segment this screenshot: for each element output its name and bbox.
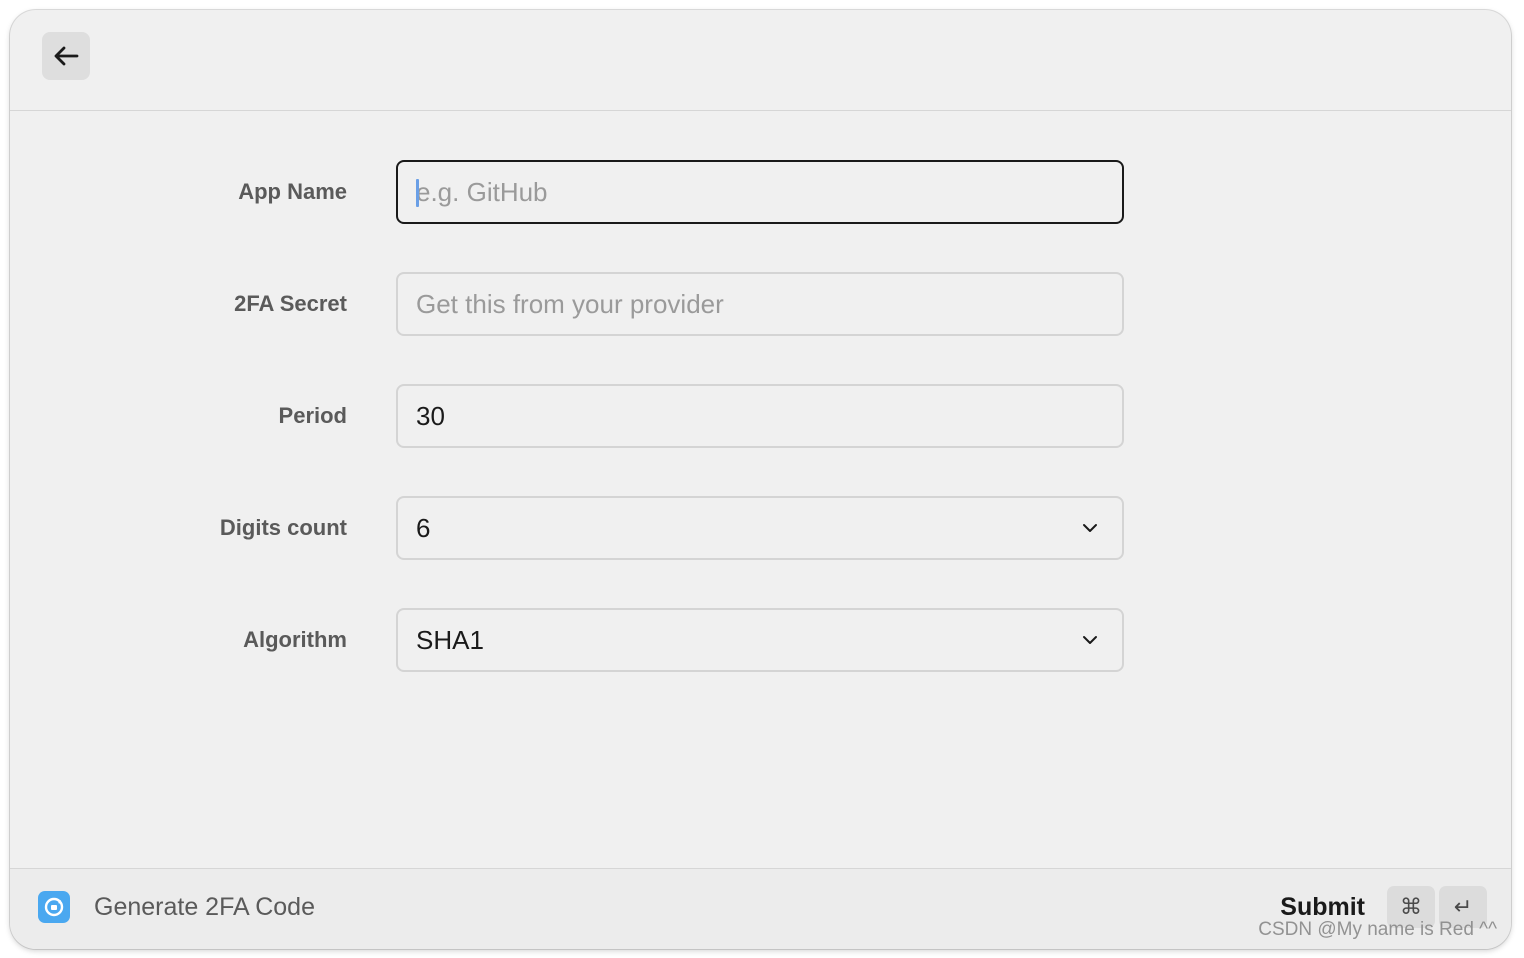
form-row-digits: Digits count 6 bbox=[10, 496, 1511, 560]
app-name-input[interactable] bbox=[416, 176, 1104, 208]
arrow-left-icon bbox=[53, 46, 79, 66]
digits-selected-value: 6 bbox=[416, 512, 431, 543]
period-label: Period bbox=[278, 403, 347, 428]
command-title: Generate 2FA Code bbox=[94, 893, 315, 921]
secret-label: 2FA Secret bbox=[234, 291, 347, 316]
watermark-text: CSDN @My name is Red ^^ bbox=[1258, 919, 1497, 940]
secret-field-box bbox=[396, 272, 1124, 336]
app-name-label: App Name bbox=[238, 179, 347, 204]
period-input[interactable] bbox=[416, 400, 1104, 432]
digits-label: Digits count bbox=[219, 515, 347, 540]
algorithm-selected-value: SHA1 bbox=[416, 624, 484, 655]
secret-input[interactable] bbox=[416, 288, 1104, 320]
form-row-period: Period bbox=[10, 384, 1511, 448]
text-caret bbox=[416, 179, 419, 207]
two-factor-app-icon bbox=[38, 891, 70, 923]
digits-select[interactable]: 6 bbox=[396, 496, 1124, 560]
form-row-algorithm: Algorithm SHA1 bbox=[10, 608, 1511, 672]
chevron-down-icon bbox=[1080, 518, 1100, 538]
extension-window: App Name 2FA Secret Period Digits count … bbox=[10, 10, 1511, 949]
back-button[interactable] bbox=[42, 32, 90, 80]
header-bar bbox=[10, 10, 1511, 111]
form-row-app-name: App Name bbox=[10, 160, 1511, 224]
form-row-secret: 2FA Secret bbox=[10, 272, 1511, 336]
algorithm-select[interactable]: SHA1 bbox=[396, 608, 1124, 672]
chevron-down-icon bbox=[1080, 630, 1100, 650]
algorithm-label: Algorithm bbox=[243, 627, 347, 652]
period-field-box bbox=[396, 384, 1124, 448]
app-name-field-box bbox=[396, 160, 1124, 224]
